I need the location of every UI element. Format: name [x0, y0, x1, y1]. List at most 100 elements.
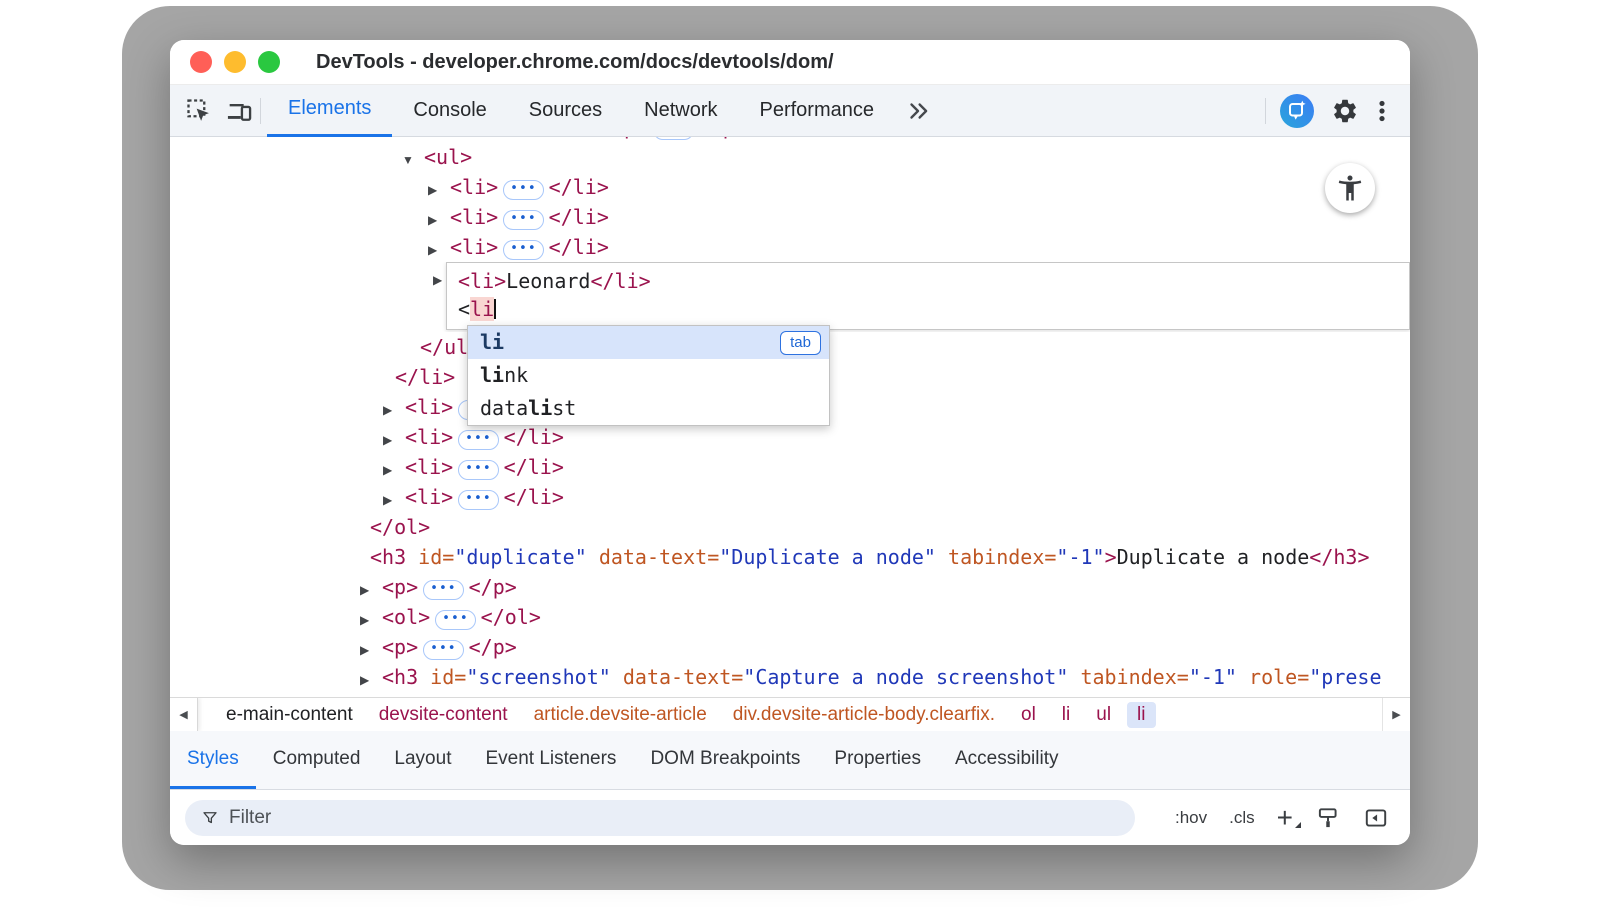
code-token: "Duplicate a node"	[719, 545, 936, 569]
breadcrumb-item[interactable]: li	[1127, 702, 1155, 728]
code-token: Leonard	[506, 269, 590, 293]
code-token: <h3	[382, 665, 418, 689]
more-tabs-icon[interactable]	[905, 98, 931, 124]
tab-key-badge: tab	[780, 331, 821, 355]
dom-tree-row[interactable]: ▶<p>•••</p>	[170, 572, 1410, 602]
disclosure-arrow-icon[interactable]: ▶	[360, 635, 382, 662]
code-token: <li>	[450, 205, 498, 229]
tab-network[interactable]: Network	[623, 85, 738, 137]
rendering-brush-icon[interactable]	[1315, 805, 1341, 831]
code-token: </li>	[549, 235, 609, 259]
dom-tree-row[interactable]: ▶<li>•••</li>	[170, 422, 1410, 452]
breadcrumb-item[interactable]: e-main-content	[226, 704, 353, 726]
pane-tab-layout[interactable]: Layout	[377, 731, 468, 789]
code-token: >	[1105, 545, 1117, 569]
disclosure-arrow-icon[interactable]: ▶	[428, 205, 450, 232]
dom-tree-row[interactable]: <h3 id="duplicate" data-text="Duplicate …	[170, 542, 1410, 572]
code-token: =	[731, 665, 743, 689]
expand-ellipsis-button[interactable]: •••	[458, 430, 498, 450]
tab-sources[interactable]: Sources	[508, 85, 623, 137]
expand-ellipsis-button[interactable]: •••	[435, 610, 475, 630]
tab-console[interactable]: Console	[392, 85, 507, 137]
expand-ellipsis-button[interactable]: •••	[503, 210, 543, 230]
autocomplete-item[interactable]: datalist	[468, 392, 829, 425]
breadcrumb-item[interactable]: li	[1062, 704, 1070, 726]
expand-ellipsis-button[interactable]: •••	[458, 490, 498, 510]
disclosure-arrow-icon[interactable]: ▶	[383, 395, 405, 422]
autocomplete-item[interactable]: link	[468, 359, 829, 392]
expand-ellipsis-button[interactable]: •••	[653, 137, 693, 140]
disclosure-arrow-icon[interactable]: ▶	[360, 605, 382, 632]
settings-gear-icon[interactable]	[1330, 96, 1360, 126]
breadcrumb-item[interactable]: devsite-content	[379, 704, 508, 726]
breadcrumb-item[interactable]: div.devsite-article-body.clearfix.	[733, 704, 995, 726]
dom-tree-row[interactable]: ▼<ul>	[170, 142, 1410, 172]
device-toolbar-icon[interactable]	[224, 96, 254, 126]
tab-performance[interactable]: Performance	[739, 85, 896, 137]
zoom-window-button[interactable]	[258, 51, 280, 73]
code-token: Duplicate a node	[1117, 545, 1310, 569]
minimize-window-button[interactable]	[224, 51, 246, 73]
disclosure-arrow-icon[interactable]: ▶	[428, 175, 450, 202]
breadcrumb-item[interactable]: ol	[1021, 704, 1036, 726]
disclosure-arrow-icon[interactable]: ▶	[383, 485, 405, 512]
expand-ellipsis-button[interactable]: •••	[423, 580, 463, 600]
expand-ellipsis-button[interactable]: •••	[503, 180, 543, 200]
breadcrumb-scroll-left-icon[interactable]: ◀	[170, 698, 198, 731]
new-style-rule-button[interactable]: +	[1277, 807, 1293, 829]
toggle-element-state-button[interactable]: :hov	[1175, 808, 1207, 828]
filter-field[interactable]	[185, 800, 1135, 836]
dom-tree-row[interactable]: ▶<p>•••</p>	[170, 632, 1410, 662]
disclosure-arrow-icon[interactable]: ▶	[433, 265, 446, 295]
breadcrumb-scroll-right-icon[interactable]: ▶	[1382, 698, 1410, 731]
pane-tab-dom-breakpoints[interactable]: DOM Breakpoints	[633, 731, 817, 789]
dock-sidebar-icon[interactable]	[1363, 805, 1389, 831]
expand-ellipsis-button[interactable]: •••	[458, 460, 498, 480]
ai-assistant-icon[interactable]	[1280, 94, 1314, 128]
disclosure-arrow-icon[interactable]: ▶	[383, 455, 405, 482]
inspect-element-icon[interactable]	[184, 96, 214, 126]
disclosure-arrow-icon[interactable]: ▶	[590, 137, 612, 142]
pane-tab-accessibility[interactable]: Accessibility	[938, 731, 1075, 789]
dom-tree-row[interactable]: ▶<li>•••</li>	[170, 452, 1410, 482]
pane-tab-styles[interactable]: Styles	[170, 731, 256, 789]
dom-tree-row[interactable]: ▶<li>•••</li>	[170, 232, 1410, 262]
disclosure-arrow-icon[interactable]: ▶	[428, 235, 450, 262]
code-token: </li>	[395, 365, 455, 389]
dom-tree-row[interactable]: </ol>	[170, 512, 1410, 542]
tab-elements[interactable]: Elements	[267, 85, 392, 137]
pane-tab-computed[interactable]: Computed	[256, 731, 378, 789]
disclosure-arrow-icon[interactable]: ▶	[383, 425, 405, 452]
dom-edit-row[interactable]: ▶<li>Leonard</li><li	[170, 262, 1410, 332]
dom-tree-row[interactable]: ▶<li>•••</li>	[170, 482, 1410, 512]
element-classes-button[interactable]: .cls	[1229, 808, 1255, 828]
disclosure-arrow-icon[interactable]: ▼	[402, 145, 424, 172]
autocomplete-item[interactable]: litab	[468, 326, 829, 359]
expand-ellipsis-button[interactable]: •••	[423, 640, 463, 660]
expand-ellipsis-button[interactable]: •••	[503, 240, 543, 260]
close-window-button[interactable]	[190, 51, 212, 73]
dom-tree-row[interactable]: ▶<li>•••</li>	[170, 202, 1410, 232]
breadcrumb-item[interactable]: article.devsite-article	[534, 704, 707, 726]
more-options-kebab-icon[interactable]	[1368, 97, 1396, 125]
pane-tab-properties[interactable]: Properties	[817, 731, 938, 789]
code-token: <ul>	[424, 145, 472, 169]
dom-tree-row[interactable]: ▶<ol>•••</ol>	[170, 602, 1410, 632]
disclosure-arrow-icon[interactable]: ▶	[360, 575, 382, 602]
code-token: =	[707, 545, 719, 569]
pane-tab-event-listeners[interactable]: Event Listeners	[468, 731, 633, 789]
breadcrumb-item[interactable]: ul	[1096, 704, 1111, 726]
devtools-window: DevTools - developer.chrome.com/docs/dev…	[170, 40, 1410, 845]
sidebar-pane-tabs: StylesComputedLayoutEvent ListenersDOM B…	[170, 731, 1410, 790]
disclosure-arrow-icon[interactable]: ▶	[360, 665, 382, 692]
code-token: </h3>	[1309, 545, 1369, 569]
filter-input[interactable]	[229, 807, 1135, 829]
code-token: "prese	[1309, 665, 1381, 689]
dom-tree-row[interactable]: ▶<li>•••</li>	[170, 172, 1410, 202]
dom-edit-box[interactable]: <li>Leonard</li><li	[446, 262, 1410, 330]
accessibility-overlay-button[interactable]	[1325, 163, 1375, 213]
breadcrumb: e-main-content devsite-content article.dev…	[198, 698, 1156, 731]
code-token: <li>	[405, 395, 453, 419]
title-bar: DevTools - developer.chrome.com/docs/dev…	[170, 40, 1410, 85]
dom-tree-row[interactable]: ▶<h3 id="screenshot" data-text="Capture …	[170, 662, 1410, 692]
